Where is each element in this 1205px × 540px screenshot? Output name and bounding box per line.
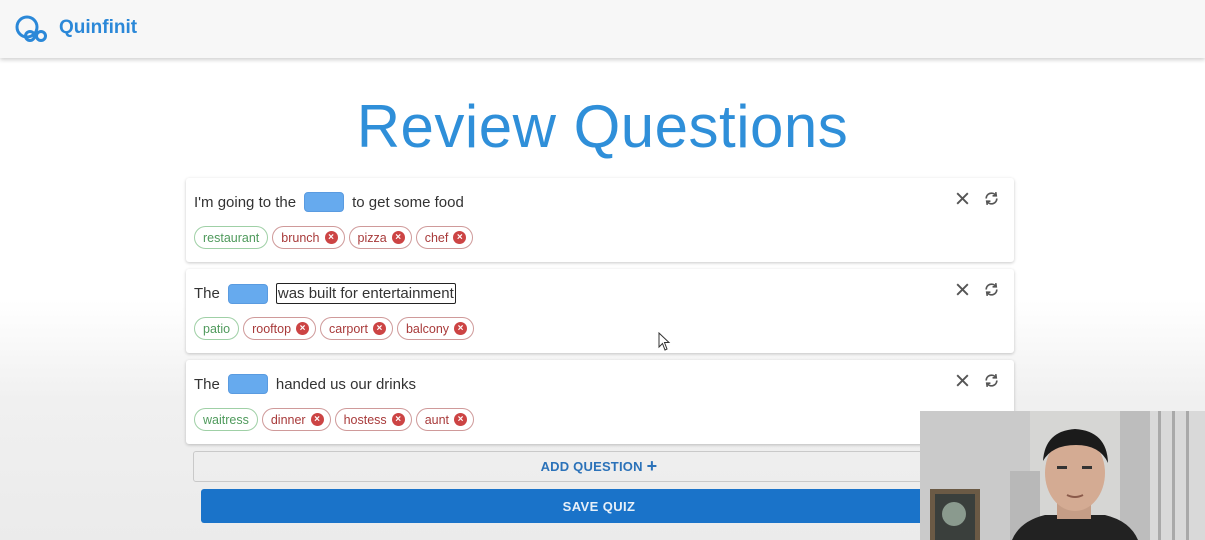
question-card: I'm going to the to get some food restau… — [186, 178, 1014, 262]
question-card: The handed us our drinks waitress dinner… — [186, 360, 1014, 444]
choice-chip[interactable]: hostess × — [334, 408, 412, 431]
question-card: The was built for entertainment patio ro… — [186, 269, 1014, 353]
choice-chip[interactable]: aunt × — [415, 408, 475, 431]
top-navbar: Quinfinit — [0, 0, 1205, 58]
choice-label: hostess — [343, 412, 387, 427]
close-icon[interactable] — [954, 190, 971, 207]
remove-choice-icon[interactable]: × — [453, 231, 467, 244]
mouse-cursor-icon — [658, 332, 671, 351]
refresh-icon[interactable] — [983, 372, 1000, 389]
question-text-before[interactable]: The — [194, 376, 220, 393]
choice-chip-correct[interactable]: waitress — [194, 408, 258, 431]
choice-list: patio rooftop × carport × balcony × — [194, 317, 475, 340]
remove-choice-icon[interactable]: × — [391, 413, 405, 426]
choice-label: restaurant — [203, 230, 260, 245]
question-text-after[interactable]: handed us our drinks — [276, 376, 416, 393]
choice-chip[interactable]: chef × — [415, 226, 474, 249]
choice-label: rooftop — [252, 321, 292, 336]
add-question-label: ADD QUESTION — [540, 459, 643, 474]
brand-name[interactable]: Quinfinit — [59, 17, 137, 39]
add-question-button[interactable]: ADD QUESTION + — [193, 451, 1005, 482]
plus-icon: + — [646, 456, 658, 476]
question-sentence: The was built for entertainment — [194, 283, 456, 304]
question-text-before[interactable]: I'm going to the — [194, 194, 296, 211]
question-actions — [954, 281, 1000, 298]
remove-choice-icon[interactable]: × — [324, 231, 338, 244]
choice-label: carport — [329, 321, 368, 336]
webcam-overlay — [920, 411, 1205, 540]
question-actions — [954, 190, 1000, 207]
remove-choice-icon[interactable]: × — [454, 322, 468, 335]
choice-label: pizza — [357, 230, 387, 245]
page-title: Review Questions — [356, 93, 849, 160]
refresh-icon[interactable] — [983, 281, 1000, 298]
question-actions — [954, 372, 1000, 389]
choice-label: dinner — [270, 412, 306, 427]
choice-chip[interactable]: carport × — [320, 317, 393, 340]
choice-chip[interactable]: brunch × — [272, 226, 345, 249]
remove-choice-icon[interactable]: × — [454, 413, 468, 426]
remove-choice-icon[interactable]: × — [391, 231, 405, 244]
question-sentence: The handed us our drinks — [194, 374, 416, 394]
refresh-icon[interactable] — [983, 190, 1000, 207]
remove-choice-icon[interactable]: × — [372, 322, 386, 335]
question-text-after-editing[interactable]: was built for entertainment — [275, 283, 456, 304]
answer-blank — [304, 192, 345, 212]
choice-label: balcony — [405, 321, 450, 336]
logo-icon[interactable] — [14, 14, 50, 42]
answer-blank — [227, 374, 268, 394]
choice-label: brunch — [281, 230, 320, 245]
choice-list: waitress dinner × hostess × aunt × — [194, 408, 475, 431]
choice-chip-correct[interactable]: restaurant — [194, 226, 269, 249]
question-sentence: I'm going to the to get some food — [194, 192, 464, 212]
choice-label: chef — [424, 230, 449, 245]
choice-chip-correct[interactable]: patio — [194, 317, 240, 340]
remove-choice-icon[interactable]: × — [310, 413, 324, 426]
choice-label: waitress — [203, 412, 249, 427]
choice-chip[interactable]: rooftop × — [243, 317, 317, 340]
choice-list: restaurant brunch × pizza × chef × — [194, 226, 474, 249]
remove-choice-icon[interactable]: × — [296, 322, 310, 335]
close-icon[interactable] — [954, 372, 971, 389]
webcam-video — [920, 411, 1205, 540]
choice-chip[interactable]: dinner × — [261, 408, 331, 431]
question-text-before[interactable]: The — [194, 285, 220, 302]
save-quiz-button[interactable]: SAVE QUIZ — [201, 489, 997, 523]
close-icon[interactable] — [954, 281, 971, 298]
answer-blank — [227, 283, 268, 304]
choice-chip[interactable]: balcony × — [396, 317, 475, 340]
choice-chip[interactable]: pizza × — [348, 226, 412, 249]
question-text-after[interactable]: to get some food — [352, 194, 464, 211]
choice-label: aunt — [424, 412, 450, 427]
save-quiz-label: SAVE QUIZ — [562, 498, 636, 514]
choice-label: patio — [203, 321, 231, 336]
